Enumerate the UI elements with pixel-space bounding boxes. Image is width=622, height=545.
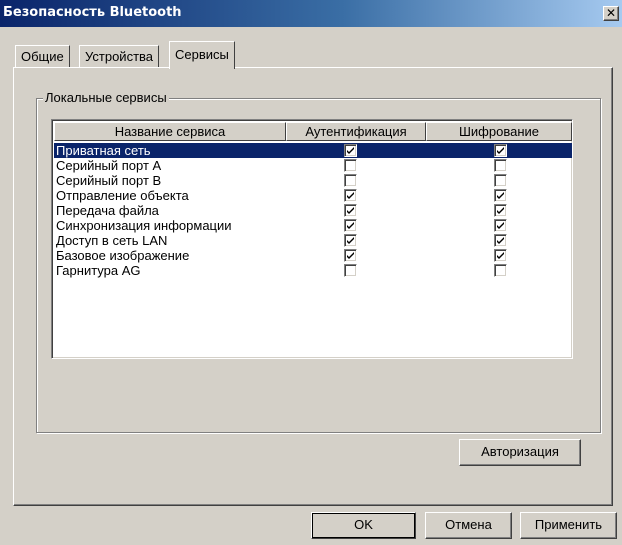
authentication-checkbox[interactable] [344, 174, 357, 187]
cancel-button[interactable]: Отмена [425, 512, 512, 539]
authentication-checkbox[interactable] [344, 234, 357, 247]
bluetooth-security-dialog: Безопасность Bluetooth ✕ Общие Устройств… [0, 0, 622, 545]
title-bar[interactable]: Безопасность Bluetooth ✕ [0, 0, 622, 27]
close-icon: ✕ [605, 6, 617, 20]
authentication-checkbox[interactable] [344, 159, 357, 172]
tab-devices[interactable]: Устройства [79, 45, 160, 67]
authentication-checkbox[interactable] [344, 249, 357, 262]
service-name: Гарнитура AG [56, 263, 141, 278]
services-list-header: Название сервиса Аутентификация Шифрован… [54, 122, 572, 141]
column-header-authentication-label: Аутентификация [305, 124, 407, 139]
encryption-checkbox[interactable] [494, 249, 507, 262]
service-name: Синхронизация информации [56, 218, 232, 233]
services-tab-panel: Локальные сервисы Название сервиса Аутен… [13, 67, 613, 506]
service-row[interactable]: Серийный порт B [54, 173, 572, 188]
encryption-checkbox[interactable] [494, 219, 507, 232]
ok-button-label: OK [354, 517, 373, 532]
service-row[interactable]: Гарнитура AG [54, 263, 572, 278]
service-name: Отправление объекта [56, 188, 189, 203]
service-name: Передача файла [56, 203, 159, 218]
apply-button-label: Применить [534, 517, 603, 532]
cancel-button-label: Отмена [445, 517, 492, 532]
encryption-checkbox[interactable] [494, 144, 507, 157]
authentication-checkbox[interactable] [344, 219, 357, 232]
service-name: Серийный порт B [56, 173, 162, 188]
window-title: Безопасность Bluetooth [3, 5, 182, 20]
authorize-button[interactable]: Авторизация [459, 439, 581, 466]
service-name: Базовое изображение [56, 248, 190, 263]
authentication-checkbox[interactable] [344, 189, 357, 202]
service-row[interactable]: Серийный порт A [54, 158, 572, 173]
service-row[interactable]: Приватная сеть [54, 143, 572, 158]
service-name: Доступ в сеть LAN [56, 233, 168, 248]
tab-general-label: Общие [21, 49, 64, 64]
encryption-checkbox[interactable] [494, 204, 507, 217]
encryption-checkbox[interactable] [494, 189, 507, 202]
encryption-checkbox[interactable] [494, 264, 507, 277]
tab-general[interactable]: Общие [15, 45, 70, 67]
apply-button[interactable]: Применить [520, 512, 617, 539]
tab-devices-label: Устройства [85, 49, 154, 64]
close-button[interactable]: ✕ [603, 6, 619, 21]
column-header-encryption[interactable]: Шифрование [426, 122, 572, 141]
service-name: Приватная сеть [56, 143, 151, 158]
authentication-checkbox[interactable] [344, 204, 357, 217]
authentication-checkbox[interactable] [344, 264, 357, 277]
tab-services-label: Сервисы [175, 47, 229, 62]
authorize-button-label: Авторизация [481, 444, 559, 459]
local-services-group-label: Локальные сервисы [43, 90, 169, 105]
column-header-service-name-label: Название сервиса [114, 124, 226, 139]
service-row[interactable]: Отправление объекта [54, 188, 572, 203]
encryption-checkbox[interactable] [494, 234, 507, 247]
service-row[interactable]: Базовое изображение [54, 248, 572, 263]
services-list[interactable]: Название сервиса Аутентификация Шифрован… [51, 119, 573, 359]
encryption-checkbox[interactable] [494, 174, 507, 187]
column-header-encryption-label: Шифрование [459, 124, 539, 139]
column-header-authentication[interactable]: Аутентификация [286, 122, 426, 141]
service-name: Серийный порт A [56, 158, 162, 173]
authentication-checkbox[interactable] [344, 144, 357, 157]
service-row[interactable]: Передача файла [54, 203, 572, 218]
service-row[interactable]: Синхронизация информации [54, 218, 572, 233]
ok-button[interactable]: OK [311, 512, 416, 539]
column-header-service-name[interactable]: Название сервиса [54, 122, 286, 141]
encryption-checkbox[interactable] [494, 159, 507, 172]
service-row[interactable]: Доступ в сеть LAN [54, 233, 572, 248]
local-services-group: Локальные сервисы Название сервиса Аутен… [36, 90, 601, 466]
tab-services[interactable]: Сервисы [169, 41, 235, 69]
